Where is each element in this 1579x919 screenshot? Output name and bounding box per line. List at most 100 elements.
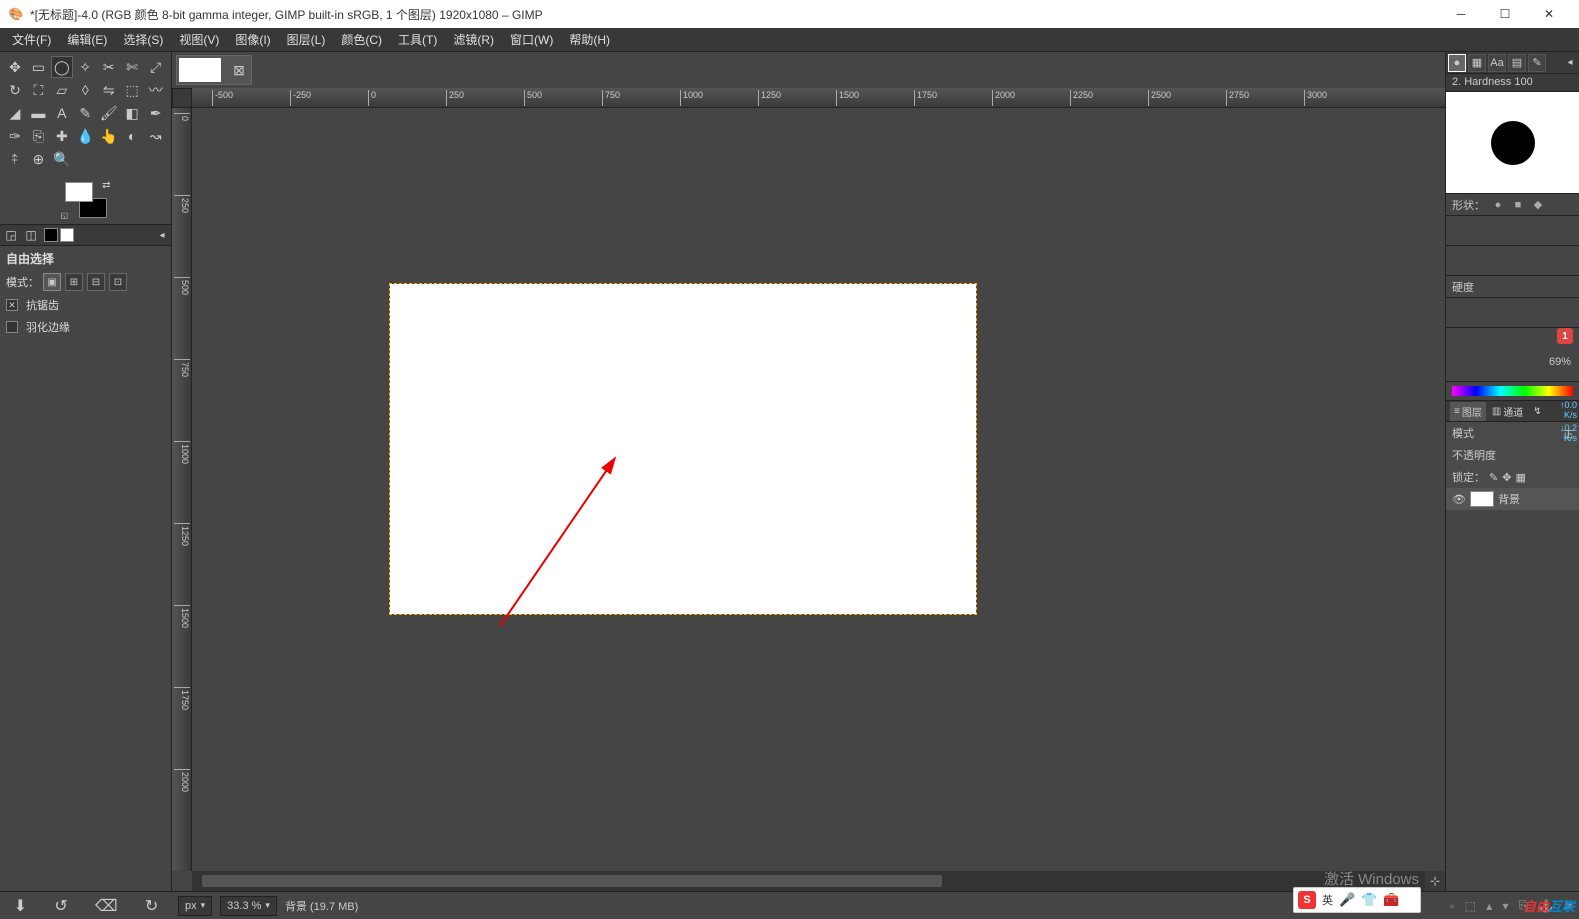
menu-L[interactable]: 图层(L) [279,28,334,51]
dodge-icon[interactable]: ◐ [121,125,143,147]
spikes-slider[interactable] [1446,246,1579,276]
aspect-slider[interactable]: 69% [1446,352,1579,382]
layers-tab[interactable]: ≡ 图层 [1450,402,1486,421]
lock-alpha-icon[interactable]: ▦ [1515,471,1525,484]
minimize-button[interactable]: ─ [1439,0,1483,28]
flip-icon[interactable]: ⇋ [98,79,120,101]
save-options-icon[interactable]: ⬇ [14,896,27,916]
close-tab-icon[interactable]: ⊠ [229,60,249,80]
move-tool-icon[interactable]: ✥ [4,56,26,78]
path-icon[interactable]: ↝ [145,125,167,147]
close-button[interactable]: ✕ [1527,0,1571,28]
rotate-icon[interactable]: ↻ [4,79,26,101]
ruler-corner[interactable] [172,88,192,108]
lock-paint-icon[interactable]: ✎ [1489,471,1498,484]
menu-C[interactable]: 颜色(C) [333,28,390,51]
paintbrush-icon[interactable]: 🖌 [98,102,120,124]
layer-up-icon[interactable]: ▴ [1486,899,1492,913]
new-layer-icon[interactable]: ▫ [1450,899,1454,913]
dock-menu-icon[interactable]: ◂ [155,228,169,242]
measure-icon[interactable]: ⊕ [27,148,49,170]
delete-options-icon[interactable]: ⌫ [95,896,118,916]
menu-V[interactable]: 视图(V) [171,28,227,51]
gradient-icon[interactable]: ▬ [27,102,49,124]
hardness-slider[interactable] [1446,298,1579,328]
menu-T[interactable]: 工具(T) [390,28,445,51]
warp-icon[interactable]: 〰 [145,79,167,101]
ime-toolbox-icon[interactable]: 🧰 [1383,892,1399,908]
shape-circle-icon[interactable]: ● [1491,198,1505,212]
smudge-icon[interactable]: 👆 [98,125,120,147]
shear-icon[interactable]: ▱ [51,79,73,101]
fuzzy-select-icon[interactable]: ✧ [74,56,96,78]
free-select-icon[interactable]: ◯ [51,56,73,78]
swap-colors-icon[interactable]: ⇄ [102,180,110,191]
ink-icon[interactable]: ✑ [4,125,26,147]
clone-icon[interactable]: ⎘ [27,125,49,147]
menu-S[interactable]: 选择(S) [115,28,171,51]
scissors-icon[interactable]: ✄ [121,56,143,78]
heal-icon[interactable]: ✚ [51,125,73,147]
menu-H[interactable]: 帮助(H) [561,28,618,51]
ime-bar[interactable]: S 英 🎤 👕 🧰 [1293,887,1421,913]
reset-colors-icon[interactable]: ◱ [61,211,69,220]
foreground-color-swatch[interactable] [65,182,93,202]
menu-R[interactable]: 滤镜(R) [445,28,502,51]
spacing-gradient[interactable] [1452,386,1573,396]
brush-preview[interactable] [1446,92,1579,194]
feather-checkbox[interactable] [6,321,18,333]
maximize-button[interactable]: ☐ [1483,0,1527,28]
visibility-icon[interactable]: 👁 [1452,493,1466,506]
color-picker-icon[interactable]: ⤉ [4,148,26,170]
menu-F[interactable]: 文件(F) [4,28,59,51]
patterns-tab-icon[interactable]: ▦ [1468,54,1486,72]
airbrush-icon[interactable]: ✒ [145,102,167,124]
tool-options-tab-icon[interactable]: ◲ [2,226,20,244]
channels-tab[interactable]: ▥通道 [1488,402,1527,421]
canvas-viewport[interactable] [192,108,1445,871]
paths-tab-icon[interactable]: ↯ [1529,404,1545,419]
menu-I[interactable]: 图像(I) [227,28,278,51]
blur-icon[interactable]: 💧 [74,125,96,147]
eraser-icon[interactable]: ◧ [121,102,143,124]
zoom-icon[interactable]: 🔍 [51,148,73,170]
rect-select-icon[interactable]: ▭ [27,56,49,78]
perspective-icon[interactable]: ◊ [74,79,96,101]
mini-black-swatch[interactable] [44,228,58,242]
mode-intersect-icon[interactable]: ⊡ [109,273,127,291]
vertical-ruler[interactable]: 025050075010001250150017502000 [172,108,192,871]
mode-replace-icon[interactable]: ▣ [43,273,61,291]
text-icon[interactable]: A [51,102,73,124]
layer-item[interactable]: 👁 背景 [1446,488,1579,510]
horizontal-ruler[interactable]: -500-25002505007501000125015001750200022… [192,88,1445,108]
canvas[interactable] [390,284,976,614]
mini-white-swatch[interactable] [60,228,74,242]
menu-E[interactable]: 编辑(E) [59,28,115,51]
antialias-checkbox[interactable]: ✕ [6,299,18,311]
menu-W[interactable]: 窗口(W) [502,28,561,51]
bucket-icon[interactable]: ◢ [4,102,26,124]
device-tab-icon[interactable]: ◫ [22,226,40,244]
lock-position-icon[interactable]: ✥ [1502,471,1511,484]
transform-icon[interactable]: ⤢ [145,56,167,78]
crop-icon[interactable]: ✂ [98,56,120,78]
layer-group-icon[interactable]: ⬚ [1465,899,1476,913]
zoom-field[interactable]: 33.3 %▾ [220,896,277,916]
fonts-tab-icon[interactable]: Aa [1488,54,1506,72]
brushes-tab-icon[interactable]: ● [1448,54,1466,72]
cage-icon[interactable]: ⬚ [121,79,143,101]
image-tab[interactable]: ⊠ [176,55,252,85]
warning-badge[interactable]: 1 [1557,328,1573,344]
mode-add-icon[interactable]: ⊞ [65,273,83,291]
ime-voice-icon[interactable]: 🎤 [1339,892,1355,908]
mode-subtract-icon[interactable]: ⊟ [87,273,105,291]
pencil-icon[interactable]: ✎ [74,102,96,124]
brush-dock-menu-icon[interactable]: ◂ [1563,56,1577,70]
shape-diamond-icon[interactable]: ◆ [1531,198,1545,212]
editor-tab-icon[interactable]: ✎ [1528,54,1546,72]
horizontal-scrollbar[interactable] [192,871,1425,891]
unit-dropdown[interactable]: px▾ [178,896,212,916]
layer-down-icon[interactable]: ▾ [1502,899,1508,913]
reset-options-icon[interactable]: ↻ [145,896,158,916]
history-tab-icon[interactable]: ▤ [1508,54,1526,72]
